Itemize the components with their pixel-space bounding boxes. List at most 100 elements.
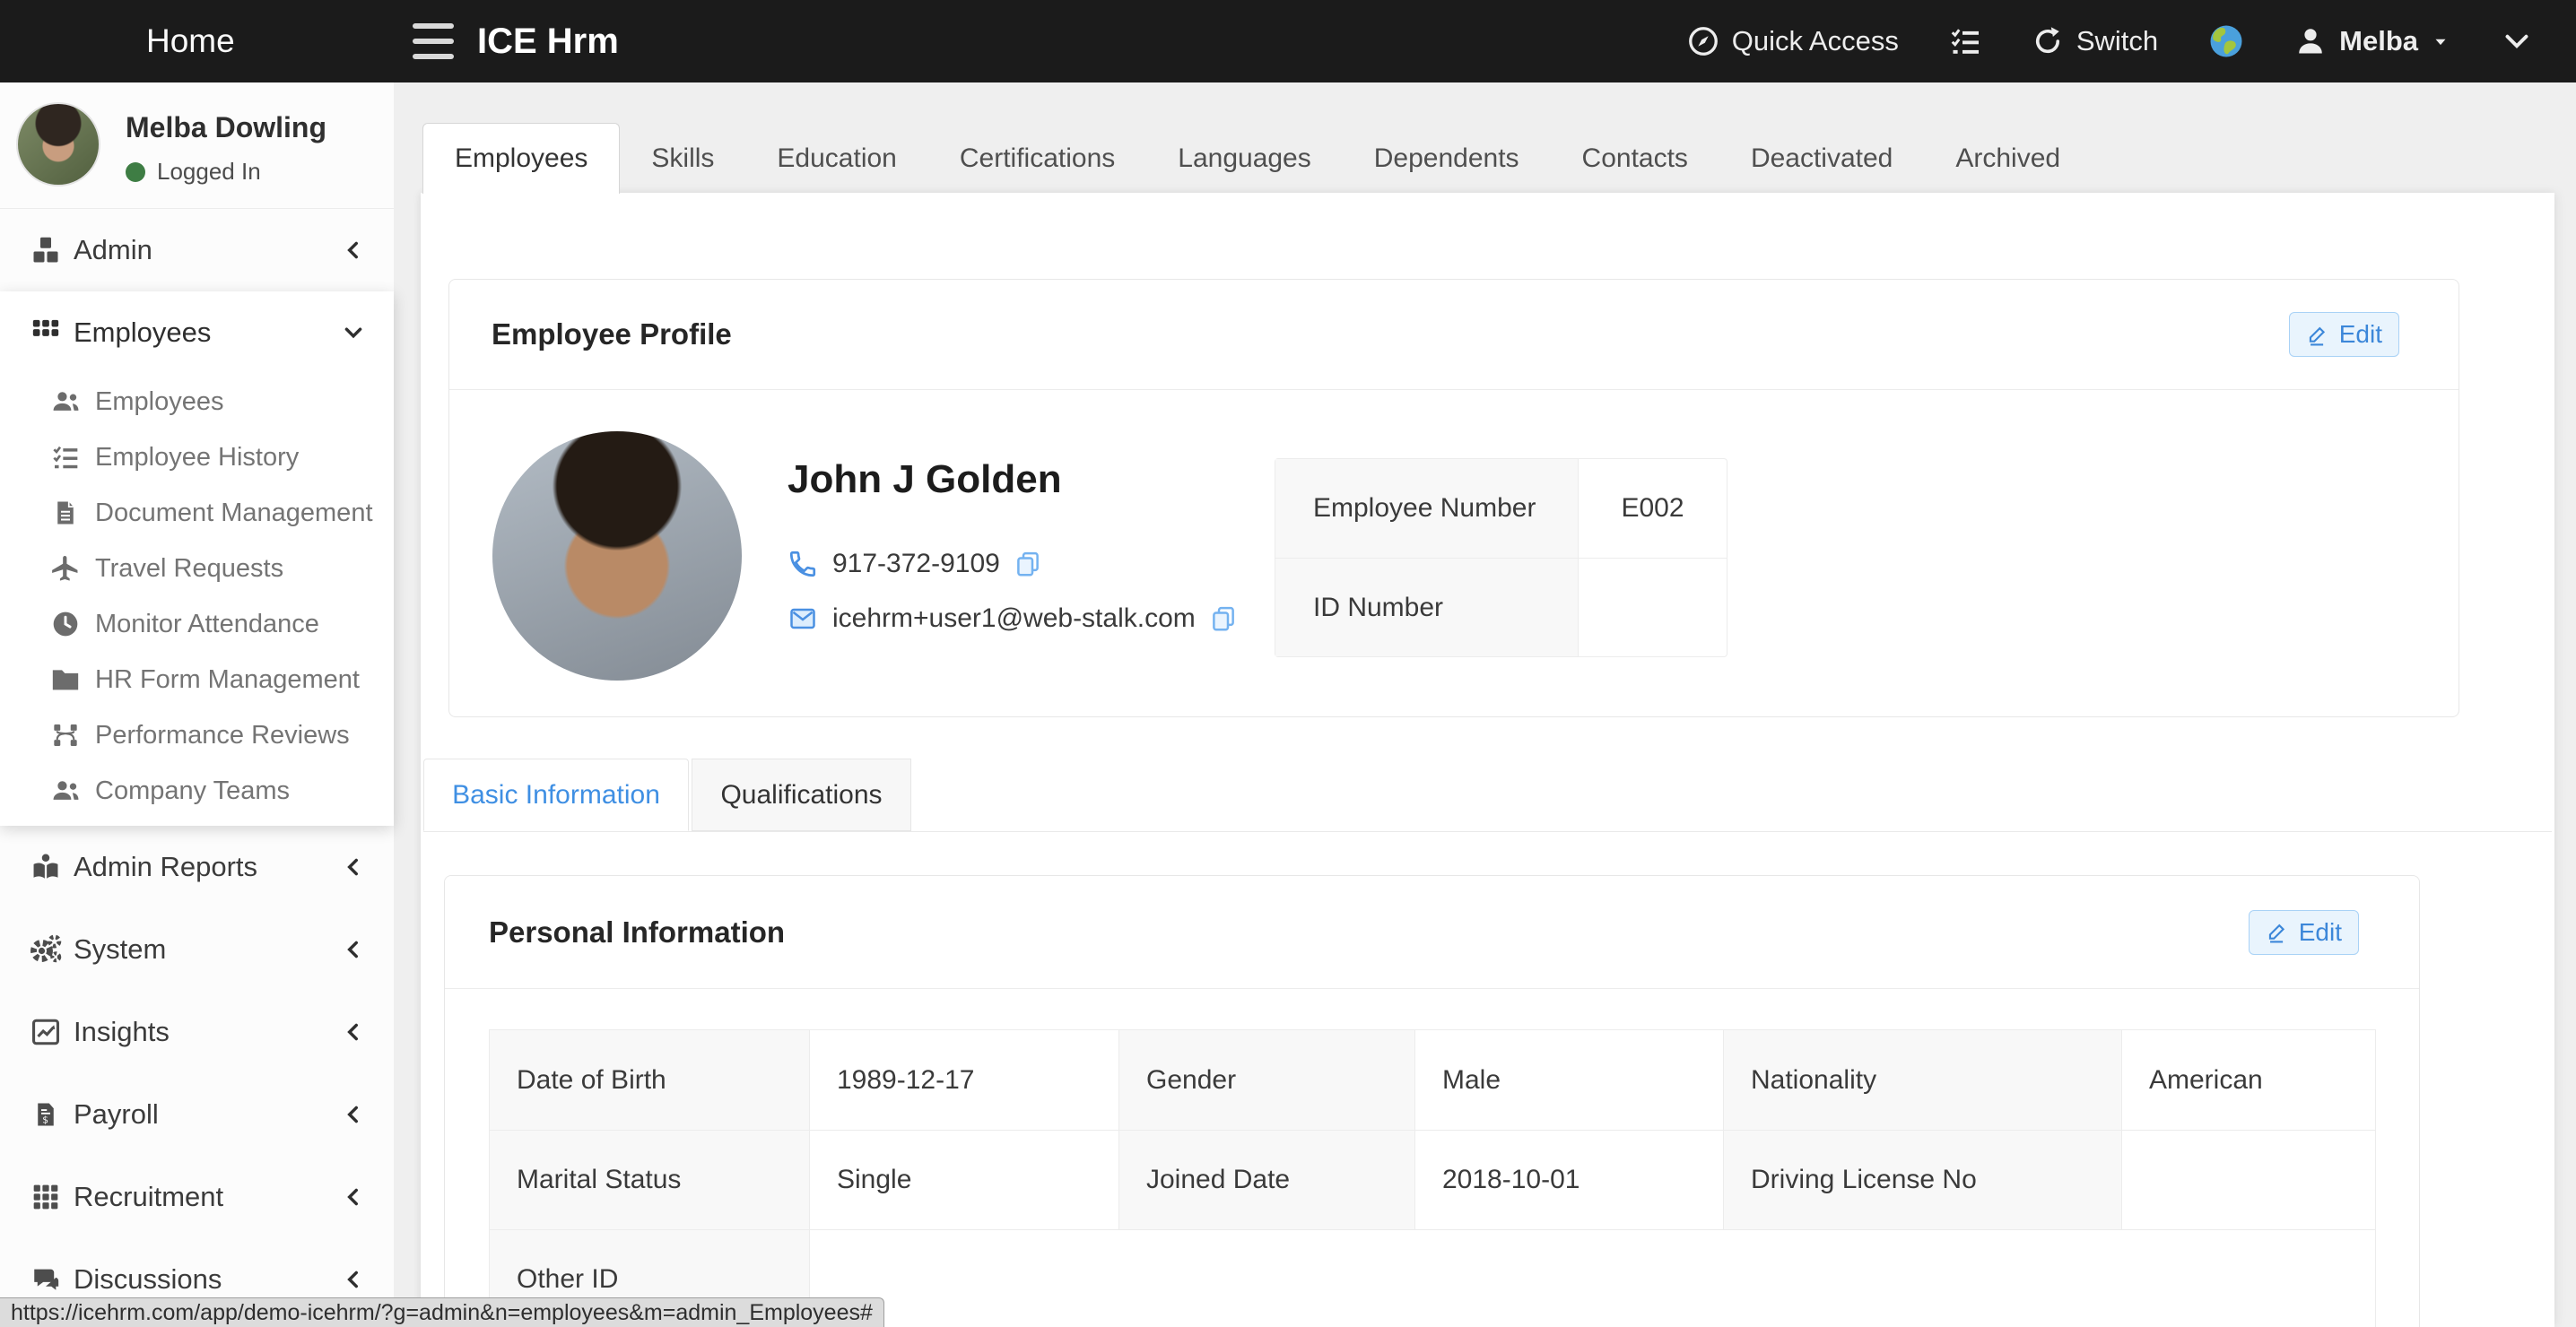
field-value bbox=[810, 1230, 2375, 1327]
employee-number-label: Employee Number bbox=[1275, 459, 1579, 558]
status-dot-icon bbox=[126, 162, 145, 182]
chevron-left-icon bbox=[342, 855, 365, 879]
app-brand[interactable]: ICE Hrm bbox=[477, 0, 619, 82]
pen-icon bbox=[2306, 323, 2330, 347]
cubes-icon bbox=[25, 232, 66, 268]
book-reader-icon bbox=[25, 849, 66, 885]
file-invoice-icon: $ bbox=[25, 1097, 66, 1132]
user-name-label: Melba bbox=[2339, 25, 2418, 57]
quick-access-button[interactable]: Quick Access bbox=[1687, 25, 1899, 57]
field-value: 1989-12-17 bbox=[810, 1030, 1119, 1130]
field-label: Date of Birth bbox=[490, 1030, 810, 1130]
tab-archived[interactable]: Archived bbox=[1924, 123, 2092, 194]
sidebar-item-admin-reports[interactable]: Admin Reports bbox=[0, 826, 394, 908]
personal-information-edit-button[interactable]: Edit bbox=[2249, 910, 2359, 955]
field-value: American bbox=[2122, 1030, 2375, 1130]
sidebar-item-payroll[interactable]: $ Payroll bbox=[0, 1073, 394, 1156]
copy-icon[interactable] bbox=[1210, 604, 1237, 633]
sidebar-item-system[interactable]: System bbox=[0, 908, 394, 991]
chevron-down-icon bbox=[342, 321, 365, 344]
tab-education[interactable]: Education bbox=[745, 123, 927, 194]
sidebar-subitem-document-management[interactable]: Document Management bbox=[0, 485, 394, 541]
status-label: Logged In bbox=[157, 158, 261, 186]
email-icon bbox=[788, 605, 818, 632]
sidebar-subitem-travel-requests[interactable]: Travel Requests bbox=[0, 541, 394, 596]
switch-refresh-icon bbox=[2032, 25, 2064, 57]
svg-text:$: $ bbox=[42, 1114, 48, 1125]
employee-email-row: icehrm+user1@web-stalk.com bbox=[788, 603, 1237, 634]
field-label: Gender bbox=[1119, 1030, 1415, 1130]
sidebar-subitem-performance-reviews[interactable]: Performance Reviews bbox=[0, 707, 394, 763]
tab-basic-information[interactable]: Basic Information bbox=[423, 759, 689, 831]
pen-icon bbox=[2266, 920, 2290, 944]
globe-language-icon[interactable] bbox=[2208, 23, 2244, 59]
home-link[interactable]: Home bbox=[146, 0, 235, 82]
tab-employees[interactable]: Employees bbox=[422, 123, 620, 194]
sidebar: Melba Dowling Logged In Admin Employees … bbox=[0, 82, 394, 1327]
collapse-navbar-chevron-icon[interactable] bbox=[2501, 25, 2533, 57]
employee-profile-header: Employee Profile Edit bbox=[449, 280, 2459, 390]
profile-name: Melba Dowling bbox=[126, 111, 326, 144]
browser-status-bar: https://icehrm.com/app/demo-icehrm/?g=ad… bbox=[0, 1297, 884, 1327]
employee-email[interactable]: icehrm+user1@web-stalk.com bbox=[832, 603, 1196, 634]
sidebar-subitem-label: Travel Requests bbox=[95, 554, 283, 584]
tab-certifications[interactable]: Certifications bbox=[928, 123, 1146, 194]
folder-icon bbox=[47, 664, 84, 696]
sidebar-subitem-label: Employee History bbox=[95, 443, 299, 473]
comments-icon bbox=[25, 1262, 66, 1297]
user-menu[interactable]: Melba bbox=[2294, 25, 2450, 57]
employee-profile-title: Employee Profile bbox=[492, 317, 732, 351]
sidebar-item-insights[interactable]: Insights bbox=[0, 991, 394, 1073]
employee-profile-card: Employee Profile Edit John J Golden 917-… bbox=[448, 279, 2459, 717]
table-row: ID Number bbox=[1275, 558, 1727, 656]
copy-icon[interactable] bbox=[1014, 550, 1041, 578]
tasks-icon[interactable] bbox=[1949, 25, 1981, 57]
tab-dependents[interactable]: Dependents bbox=[1343, 123, 1551, 194]
tab-deactivated[interactable]: Deactivated bbox=[1719, 123, 1924, 194]
sidebar-item-employees-group[interactable]: Employees bbox=[0, 291, 394, 374]
edit-button-label: Edit bbox=[2299, 918, 2342, 947]
sidebar-subitem-label: Document Management bbox=[95, 499, 373, 528]
chart-line-icon bbox=[25, 1014, 66, 1050]
switch-label: Switch bbox=[2076, 25, 2158, 57]
sitemap-icon bbox=[47, 719, 84, 751]
sidebar-subitem-hr-form-management[interactable]: HR Form Management bbox=[0, 652, 394, 707]
top-navbar: Home ICE Hrm Quick Access Switch Melba bbox=[0, 0, 2576, 82]
sidebar-subitem-company-teams[interactable]: Company Teams bbox=[0, 763, 394, 819]
employee-photo bbox=[492, 431, 742, 681]
tab-contacts[interactable]: Contacts bbox=[1551, 123, 1719, 194]
sidebar-item-label: System bbox=[74, 933, 166, 966]
field-value: 2018-10-01 bbox=[1415, 1131, 1724, 1229]
personal-information-title: Personal Information bbox=[489, 915, 785, 950]
sidebar-subitem-monitor-attendance[interactable]: Monitor Attendance bbox=[0, 596, 394, 652]
phone-icon bbox=[788, 549, 818, 579]
employee-profile-edit-button[interactable]: Edit bbox=[2289, 312, 2399, 357]
sidebar-profile: Melba Dowling Logged In bbox=[0, 82, 394, 209]
detail-tab-strip: Basic Information Qualifications bbox=[423, 759, 2552, 832]
tab-skills[interactable]: Skills bbox=[620, 123, 745, 194]
compass-icon bbox=[1687, 25, 1719, 57]
status-bar-url: https://icehrm.com/app/demo-icehrm/?g=ad… bbox=[11, 1300, 873, 1326]
employee-id-table: Employee Number E002 ID Number bbox=[1275, 458, 1727, 657]
table-row: Employee Number E002 bbox=[1275, 459, 1727, 558]
field-label: Joined Date bbox=[1119, 1131, 1415, 1229]
tasks-icon bbox=[47, 441, 84, 473]
sidebar-subitem-employee-history[interactable]: Employee History bbox=[0, 429, 394, 485]
hamburger-menu-icon[interactable] bbox=[413, 23, 454, 59]
quick-access-label: Quick Access bbox=[1732, 25, 1899, 57]
tab-qualifications[interactable]: Qualifications bbox=[692, 759, 911, 831]
switch-button[interactable]: Switch bbox=[2032, 25, 2158, 57]
sidebar-subitem-label: Monitor Attendance bbox=[95, 610, 319, 639]
field-label: Nationality bbox=[1724, 1030, 2122, 1130]
file-icon bbox=[47, 497, 84, 529]
field-label: Driving License No bbox=[1724, 1131, 2122, 1229]
chevron-left-icon bbox=[342, 239, 365, 262]
sidebar-subitem-employees[interactable]: Employees bbox=[0, 374, 394, 429]
employee-phone[interactable]: 917-372-9109 bbox=[832, 549, 1000, 579]
sidebar-item-label: Discussions bbox=[74, 1263, 222, 1296]
sidebar-item-label: Recruitment bbox=[74, 1181, 223, 1213]
sidebar-item-recruitment[interactable]: Recruitment bbox=[0, 1156, 394, 1238]
tab-languages[interactable]: Languages bbox=[1146, 123, 1342, 194]
sidebar-item-label: Insights bbox=[74, 1016, 170, 1048]
sidebar-item-admin[interactable]: Admin bbox=[0, 209, 394, 291]
